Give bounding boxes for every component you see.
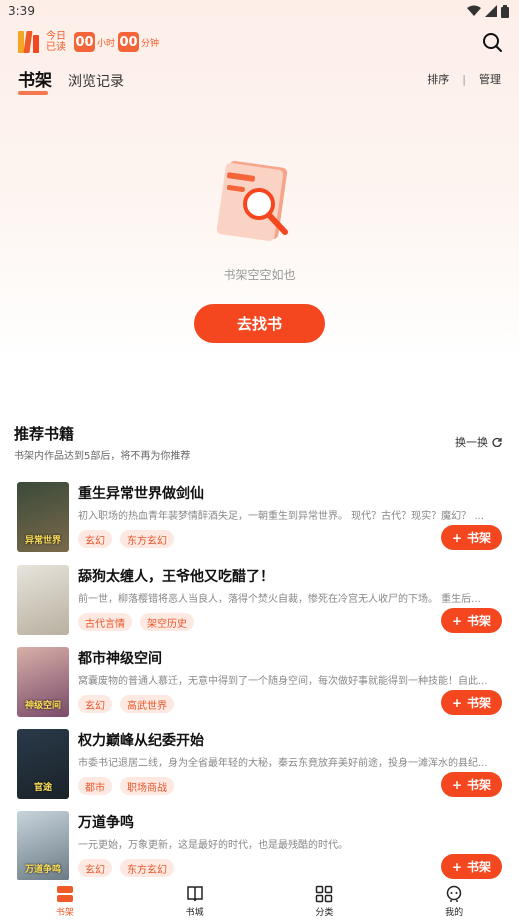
today-read-label: 今日已读 bbox=[46, 31, 66, 53]
book-title: 舔狗太缠人，王爷他又吃醋了！ bbox=[78, 569, 274, 585]
nav-category[interactable]: 分类 bbox=[289, 885, 359, 918]
book-tag[interactable]: 架空历史 bbox=[140, 613, 194, 631]
book-cover: 万道争鸣 bbox=[17, 811, 69, 881]
book-tags: 玄幻 东方玄幻 bbox=[78, 530, 174, 548]
nav-label: 书架 bbox=[55, 908, 74, 918]
refresh-icon bbox=[492, 437, 502, 447]
battery-icon bbox=[501, 4, 509, 18]
recommend-subtitle: 书架内作品达到5部后，将不再为你推荐 bbox=[14, 451, 191, 462]
book-item[interactable]: 神级空间 都市神级空间 窝囊废物的普通人慕迁，无意中得到了一个随身空间，每次做好… bbox=[17, 647, 502, 717]
plus-icon: + bbox=[451, 859, 463, 874]
top-actions: 排序 | 管理 bbox=[427, 71, 501, 87]
top-tabs: 书架 浏览记录 bbox=[18, 66, 124, 95]
add-label: 书架 bbox=[467, 614, 492, 628]
nav-label: 书城 bbox=[185, 908, 204, 918]
recommend-title: 推荐书籍 bbox=[14, 425, 75, 443]
book-tags: 都市 职场商战 bbox=[78, 777, 174, 795]
add-to-shelf-button[interactable]: + 书架 bbox=[441, 854, 502, 879]
cover-title: 万道争鸣 bbox=[24, 865, 61, 875]
status-icons bbox=[467, 4, 509, 18]
nav-bookstore[interactable]: 书城 bbox=[160, 885, 230, 918]
nav-profile[interactable]: 我的 bbox=[419, 885, 489, 918]
bookshelf-icon bbox=[56, 886, 73, 902]
empty-text: 书架空空如也 bbox=[223, 268, 296, 282]
wifi-icon bbox=[467, 5, 481, 16]
empty-bookshelf-illustration bbox=[216, 160, 288, 242]
add-label: 书架 bbox=[467, 696, 492, 710]
book-description: 前一世，柳落樱错将恶人当良人，落得个焚火自裁，惨死在冷宫无人收尸的下场。 重生后… bbox=[78, 594, 481, 605]
nav-label: 分类 bbox=[315, 908, 334, 918]
plus-icon: + bbox=[451, 777, 463, 792]
plus-icon: + bbox=[451, 613, 463, 628]
book-title: 都市神级空间 bbox=[78, 651, 162, 667]
cover-title: 神级空间 bbox=[24, 701, 61, 711]
nav-label: 我的 bbox=[445, 908, 464, 918]
book-tag[interactable]: 高武世界 bbox=[120, 695, 174, 713]
swap-label: 换一换 bbox=[455, 436, 488, 449]
book-tag[interactable]: 都市 bbox=[78, 777, 112, 795]
plus-icon: + bbox=[451, 695, 463, 710]
hours-unit: 小时 bbox=[97, 38, 116, 49]
swap-button[interactable]: 换一换 bbox=[455, 434, 502, 450]
add-label: 书架 bbox=[467, 531, 492, 545]
book-tag[interactable]: 职场商战 bbox=[120, 777, 174, 795]
book-cover bbox=[17, 565, 69, 635]
book-cover: 神级空间 bbox=[17, 647, 69, 717]
add-to-shelf-button[interactable]: + 书架 bbox=[441, 608, 502, 633]
minutes-unit: 分钟 bbox=[141, 38, 160, 49]
cover-title: 异常世界 bbox=[24, 536, 61, 546]
book-item[interactable]: 舔狗太缠人，王爷他又吃醋了！ 前一世，柳落樱错将恶人当良人，落得个焚火自裁，惨死… bbox=[17, 565, 502, 635]
sort-button[interactable]: 排序 bbox=[427, 71, 449, 87]
manage-button[interactable]: 管理 bbox=[479, 71, 501, 87]
book-description: 初入职场的热血青年裴梦情醉酒失足，一朝重生到异常世界。 现代？古代？现实？魔幻？… bbox=[78, 511, 484, 522]
book-tags: 玄幻 高武世界 bbox=[78, 695, 174, 713]
book-tags: 玄幻 东方玄幻 bbox=[78, 859, 174, 877]
book-item[interactable]: 官途 权力巅峰从纪委开始 市委书记退居二线，身为全省最年轻的大秘，秦云东竟放弃美… bbox=[17, 729, 502, 799]
add-to-shelf-button[interactable]: + 书架 bbox=[441, 525, 502, 550]
tab-bookshelf[interactable]: 书架 bbox=[18, 66, 52, 95]
grid-icon bbox=[316, 885, 333, 903]
nav-bookshelf[interactable]: 书架 bbox=[30, 885, 100, 918]
add-label: 书架 bbox=[467, 778, 492, 792]
profile-icon bbox=[446, 885, 462, 902]
find-books-button[interactable]: 去找书 bbox=[194, 304, 325, 343]
add-to-shelf-button[interactable]: + 书架 bbox=[441, 772, 502, 797]
book-title: 权力巅峰从纪委开始 bbox=[78, 733, 204, 749]
cover-title: 官途 bbox=[33, 783, 52, 793]
tab-history[interactable]: 浏览记录 bbox=[68, 71, 124, 91]
book-icon bbox=[186, 886, 203, 902]
search-icon[interactable] bbox=[481, 31, 503, 53]
book-tag[interactable]: 东方玄幻 bbox=[120, 530, 174, 548]
book-description: 市委书记退居二线，身为全省最年轻的大秘，秦云东竟放弃美好前途，投身一滩浑水的县纪… bbox=[78, 758, 488, 769]
bottom-nav: 书架 书城 分类 我的 bbox=[0, 880, 519, 923]
add-to-shelf-button[interactable]: + 书架 bbox=[441, 690, 502, 715]
status-time: 3:39 bbox=[8, 4, 35, 18]
book-description: 一元更始，万象更新，这是最好的时代，也是最残酷的时代。 bbox=[78, 840, 348, 851]
book-description: 窝囊废物的普通人慕迁，无意中得到了一个随身空间，每次做好事就能得到一种技能！自此… bbox=[78, 676, 488, 687]
book-item[interactable]: 万道争鸣 万道争鸣 一元更始，万象更新，这是最好的时代，也是最残酷的时代。 玄幻… bbox=[17, 811, 502, 881]
add-label: 书架 bbox=[467, 860, 492, 874]
book-tags: 古代言情 架空历史 bbox=[78, 613, 194, 631]
book-tag[interactable]: 玄幻 bbox=[78, 859, 112, 877]
book-tag[interactable]: 玄幻 bbox=[78, 530, 112, 548]
book-tag[interactable]: 古代言情 bbox=[78, 613, 132, 631]
book-title: 重生异常世界做剑仙 bbox=[78, 486, 204, 502]
book-cover: 官途 bbox=[17, 729, 69, 799]
plus-icon: + bbox=[451, 530, 463, 545]
book-title: 万道争鸣 bbox=[78, 815, 134, 831]
book-tag[interactable]: 玄幻 bbox=[78, 695, 112, 713]
minutes-value: 00 bbox=[118, 32, 140, 52]
book-item[interactable]: 异常世界 重生异常世界做剑仙 初入职场的热血青年裴梦情醉酒失足，一朝重生到异常世… bbox=[17, 482, 502, 552]
action-separator: | bbox=[462, 72, 466, 86]
app-logo-icon bbox=[18, 31, 40, 53]
status-bar: 3:39 bbox=[0, 0, 519, 22]
hours-value: 00 bbox=[74, 32, 95, 52]
signal-icon bbox=[485, 5, 497, 17]
book-cover: 异常世界 bbox=[17, 482, 69, 552]
book-tag[interactable]: 东方玄幻 bbox=[120, 859, 174, 877]
reading-time-bar[interactable]: 今日已读 00 小时 00 分钟 bbox=[18, 29, 162, 55]
